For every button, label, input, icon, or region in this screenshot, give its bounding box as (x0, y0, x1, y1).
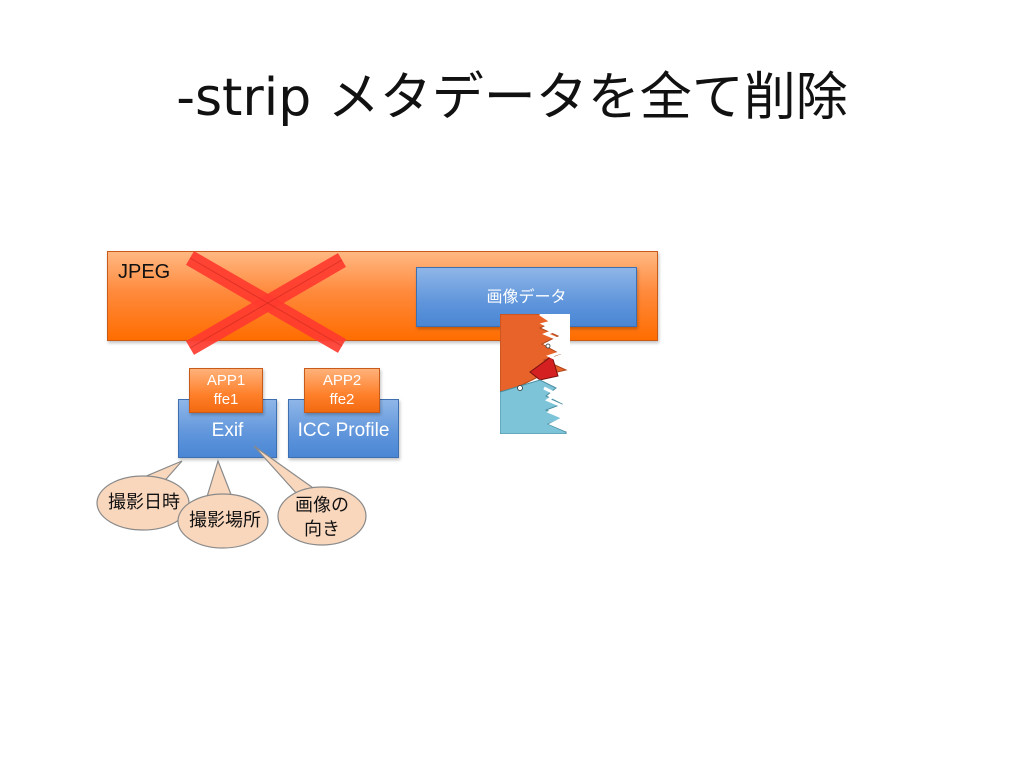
shark-jaw-icon (500, 314, 570, 434)
bubble-place-label: 撮影場所 (178, 509, 272, 533)
jaw-eye-2 (545, 343, 551, 349)
bubble-orientation-line1: 画像の (295, 495, 349, 516)
app1-marker: APP1 (206, 372, 246, 389)
jpeg-label: JPEG (118, 261, 171, 283)
slide-title: -strip メタデータを全て削除 (176, 68, 848, 128)
app1-code: ffe1 (213, 391, 239, 408)
bubble-place-line1: 撮影場所 (189, 510, 261, 531)
app2-code: ffe2 (329, 391, 355, 408)
app1-marker-box: APP1 ffe1 (189, 368, 263, 413)
bubble-orientation-line2: 向き (304, 519, 340, 540)
bubble-orientation-label: 画像の 向き (280, 494, 364, 542)
app2-marker: APP2 (322, 372, 362, 389)
delete-cross-icon (185, 251, 347, 355)
jaw-eye (517, 385, 523, 391)
app2-marker-box: APP2 ffe2 (304, 368, 380, 413)
bubble-date-line1: 撮影日時 (108, 492, 180, 513)
